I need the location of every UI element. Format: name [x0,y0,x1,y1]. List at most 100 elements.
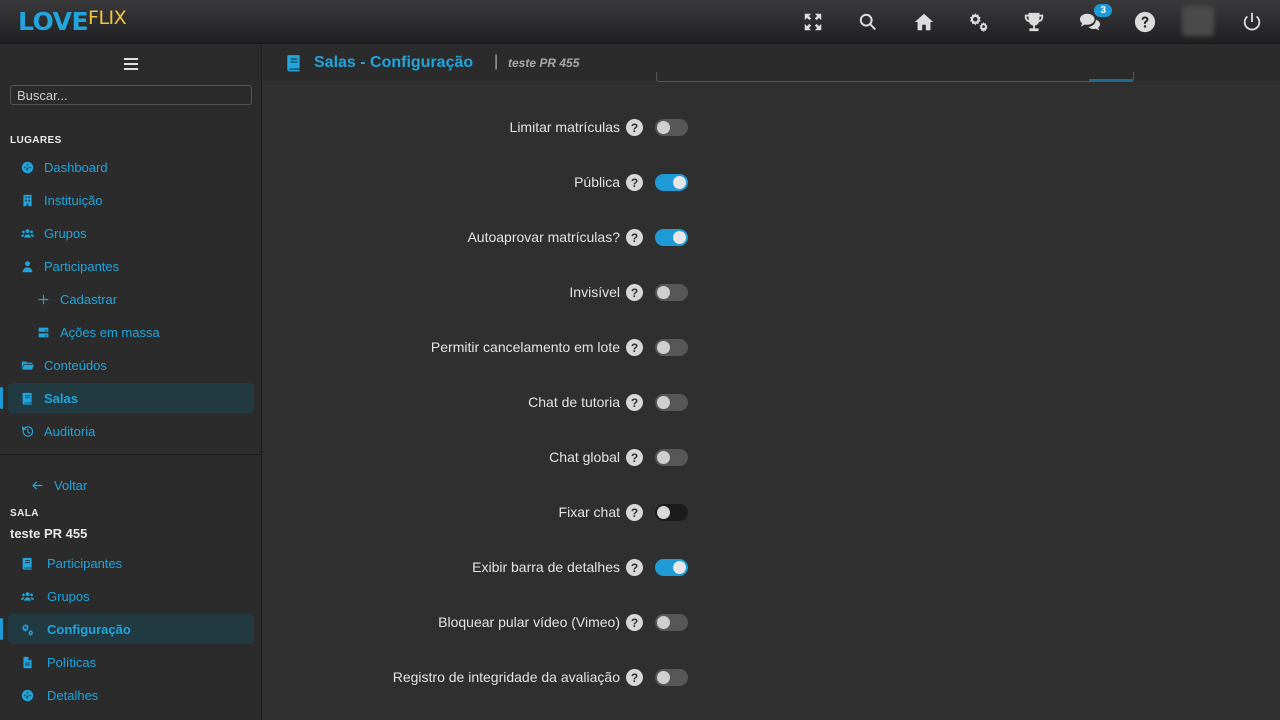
help-icon[interactable]: ? [626,504,643,521]
user-icon [20,259,34,273]
setting-label: Chat de tutoria [528,394,620,410]
help-icon[interactable]: ? [626,449,643,466]
file-icon [20,655,34,669]
setting-label: Registro de integridade da avaliação [392,669,620,685]
sidebar: LUGARES Dashboard Instituição Grupos Par… [0,45,262,720]
help-icon[interactable]: ? [626,669,643,686]
help-icon[interactable]: ? [626,229,643,246]
toggle-fixar-chat[interactable] [655,504,688,521]
room-item-configuracao[interactable]: Configuração [8,614,254,644]
back-link[interactable]: Voltar [8,470,254,500]
book-icon [285,54,303,72]
toggle-invisivel[interactable] [655,284,688,301]
arrow-left-icon [30,478,44,492]
toggle-limitar-matriculas[interactable] [655,119,688,136]
book-icon [20,556,34,570]
toggle-exibir-barra-de-detalhes[interactable] [655,559,688,576]
help-icon[interactable]: ? [626,559,643,576]
room-item-label: Grupos [47,588,90,604]
help-icon[interactable]: ? [626,174,643,191]
sidebar-item-participantes[interactable]: Participantes [8,251,254,281]
room-item-label: Participantes [47,555,123,571]
sidebar-item-label: Conteúdos [44,357,107,373]
toggle-permitir-cancelamento-em-lote[interactable] [655,339,688,356]
users-icon [20,226,34,240]
sidebar-item-salas[interactable]: Salas [8,383,254,413]
toggle-publica[interactable] [655,174,688,191]
sidebar-item-label: Instituição [44,192,103,208]
cogs-icon [20,622,34,636]
menu-toggle-icon[interactable] [124,58,138,73]
sidebar-item-label: Salas [44,390,78,406]
help-icon[interactable]: ? [626,394,643,411]
setting-label: Invisível [569,284,620,300]
page-subtitle: teste PR 455 [508,56,580,70]
brand-logo-flix: FLIX [88,7,127,29]
active-indicator [0,387,3,409]
sidebar-item-label: Dashboard [44,159,108,175]
toggle-chat-global[interactable] [655,449,688,466]
server-icon [36,325,50,339]
cogs-icon[interactable] [965,8,993,36]
help-icon[interactable]: ? [626,119,643,136]
dashboard-icon [20,688,34,702]
room-item-grupos[interactable]: Grupos [8,581,254,611]
places-section-title: LUGARES [10,135,62,146]
sidebar-item-cadastrar[interactable]: Cadastrar [8,284,254,314]
sidebar-item-auditoria[interactable]: Auditoria [8,416,254,446]
room-item-detalhes[interactable]: Detalhes [8,680,254,710]
sidebar-item-instituicao[interactable]: Instituição [8,185,254,215]
help-icon[interactable]: ? [626,614,643,631]
user-avatar[interactable] [1182,6,1214,36]
sidebar-item-dashboard[interactable]: Dashboard [8,152,254,182]
setting-label: Exibir barra de detalhes [472,559,620,575]
room-item-participantes[interactable]: Participantes [8,548,254,578]
help-icon[interactable]: ? [626,284,643,301]
setting-label: Permitir cancelamento em lote [430,339,620,355]
sidebar-item-label: Cadastrar [60,291,118,307]
expand-icon[interactable] [799,8,827,36]
help-icon[interactable] [1131,8,1159,36]
setting-label: Fixar chat [558,504,620,520]
chat-count-badge: 3 [1094,4,1112,17]
plus-icon [36,292,50,306]
page-title: Salas - Configuração [314,54,474,71]
chat-icon[interactable]: 3 [1076,4,1112,36]
toggle-bloquear-pular-video[interactable] [655,614,688,631]
sidebar-item-label: Grupos [44,225,87,241]
top-bar: LOVEFLIX 3 [0,0,1280,44]
setting-label: Bloquear pular vídeo (Vimeo) [438,614,620,630]
dashboard-icon [20,160,34,174]
search-icon[interactable] [854,8,882,36]
room-item-politicas[interactable]: Políticas [8,647,254,677]
history-icon [20,424,34,438]
brand-logo[interactable]: LOVEFLIX [18,7,127,36]
input-addon [1089,79,1133,82]
sidebar-search-input[interactable] [10,85,252,105]
sidebar-item-acoes-em-massa[interactable]: Ações em massa [8,317,254,347]
building-icon [20,193,34,207]
trophy-icon[interactable] [1020,8,1048,36]
sidebar-item-grupos[interactable]: Grupos [8,218,254,248]
setting-label: Limitar matrículas [509,119,620,135]
home-icon[interactable] [910,8,938,36]
users-icon [20,589,34,603]
setting-label: Autoaprovar matrículas? [467,229,620,245]
sidebar-item-conteudos[interactable]: Conteúdos [8,350,254,380]
toggle-chat-de-tutoria[interactable] [655,394,688,411]
brand-logo-love: LOVE [18,7,89,36]
toggle-registro-de-integridade[interactable] [655,669,688,686]
back-link-label: Voltar [54,477,88,493]
sidebar-item-label: Auditoria [44,423,96,439]
help-icon[interactable]: ? [626,339,643,356]
setting-label: Pública [574,174,620,190]
scrolled-input-field[interactable] [656,72,1134,82]
power-icon[interactable] [1238,8,1266,36]
setting-label: Chat global [549,449,620,465]
room-name: teste PR 455 [10,526,88,541]
room-item-label: Políticas [47,654,97,670]
room-section-title: SALA [10,508,39,519]
folder-icon [20,358,34,372]
toggle-autoaprovar-matriculas[interactable] [655,229,688,246]
sidebar-item-label: Ações em massa [60,324,160,340]
